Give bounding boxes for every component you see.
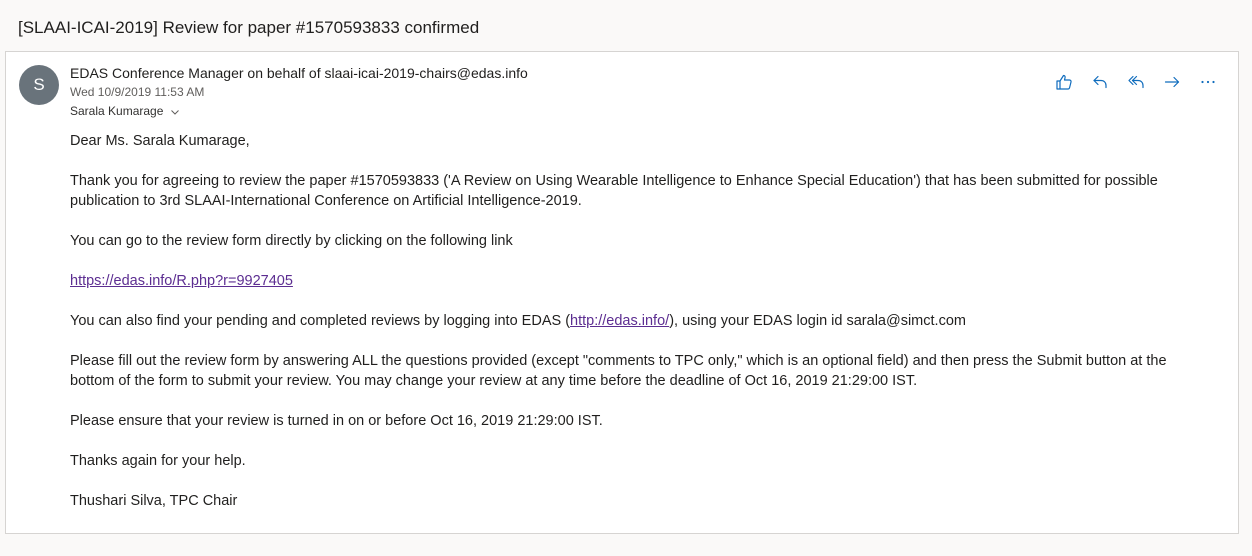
body-paragraph: Thank you for agreeing to review the pap… xyxy=(70,173,1158,209)
body-paragraph: Please ensure that your review is turned… xyxy=(70,413,603,429)
reply-all-button[interactable] xyxy=(1124,72,1148,96)
sent-date: Wed 10/9/2019 11:53 AM xyxy=(70,85,205,99)
more-actions-button[interactable] xyxy=(1196,72,1220,96)
like-button[interactable] xyxy=(1052,72,1076,96)
forward-button[interactable] xyxy=(1160,72,1184,96)
reply-icon xyxy=(1091,73,1109,96)
sender-name[interactable]: EDAS Conference Manager on behalf of sla… xyxy=(70,64,528,82)
message-actions xyxy=(1052,72,1220,96)
recipient-name: Sarala Kumarage xyxy=(70,104,164,118)
message-body: Dear Ms. Sarala Kumarage, Thank you for … xyxy=(70,131,1210,531)
reply-all-icon xyxy=(1127,73,1145,96)
body-paragraph: Thanks again for your help. xyxy=(70,453,246,469)
reply-button[interactable] xyxy=(1088,72,1112,96)
message-card: S EDAS Conference Manager on behalf of s… xyxy=(5,51,1239,534)
forward-icon xyxy=(1163,73,1181,96)
more-icon xyxy=(1199,73,1217,96)
review-form-link[interactable]: https://edas.info/R.php?r=9927405 xyxy=(70,273,293,289)
body-text: You can also find your pending and compl… xyxy=(70,313,571,329)
body-paragraph: You can also find your pending and compl… xyxy=(70,311,1210,331)
email-subject: [SLAAI-ICAI-2019] Review for paper #1570… xyxy=(18,18,480,37)
chevron-down-icon xyxy=(170,105,180,121)
like-icon xyxy=(1055,73,1073,96)
body-text: ), using your EDAS login id sarala@simct… xyxy=(669,313,966,329)
signature: Thushari Silva, TPC Chair xyxy=(70,493,238,509)
sender-avatar[interactable]: S xyxy=(19,65,59,105)
body-paragraph: You can go to the review form directly b… xyxy=(70,233,513,249)
body-paragraph: Please fill out the review form by answe… xyxy=(70,353,1167,389)
greeting: Dear Ms. Sarala Kumarage, xyxy=(70,133,250,149)
recipient-list[interactable]: Sarala Kumarage xyxy=(70,103,180,121)
review-link-paragraph: https://edas.info/R.php?r=9927405 xyxy=(70,271,1210,291)
edas-link[interactable]: http://edas.info/ xyxy=(570,313,669,329)
